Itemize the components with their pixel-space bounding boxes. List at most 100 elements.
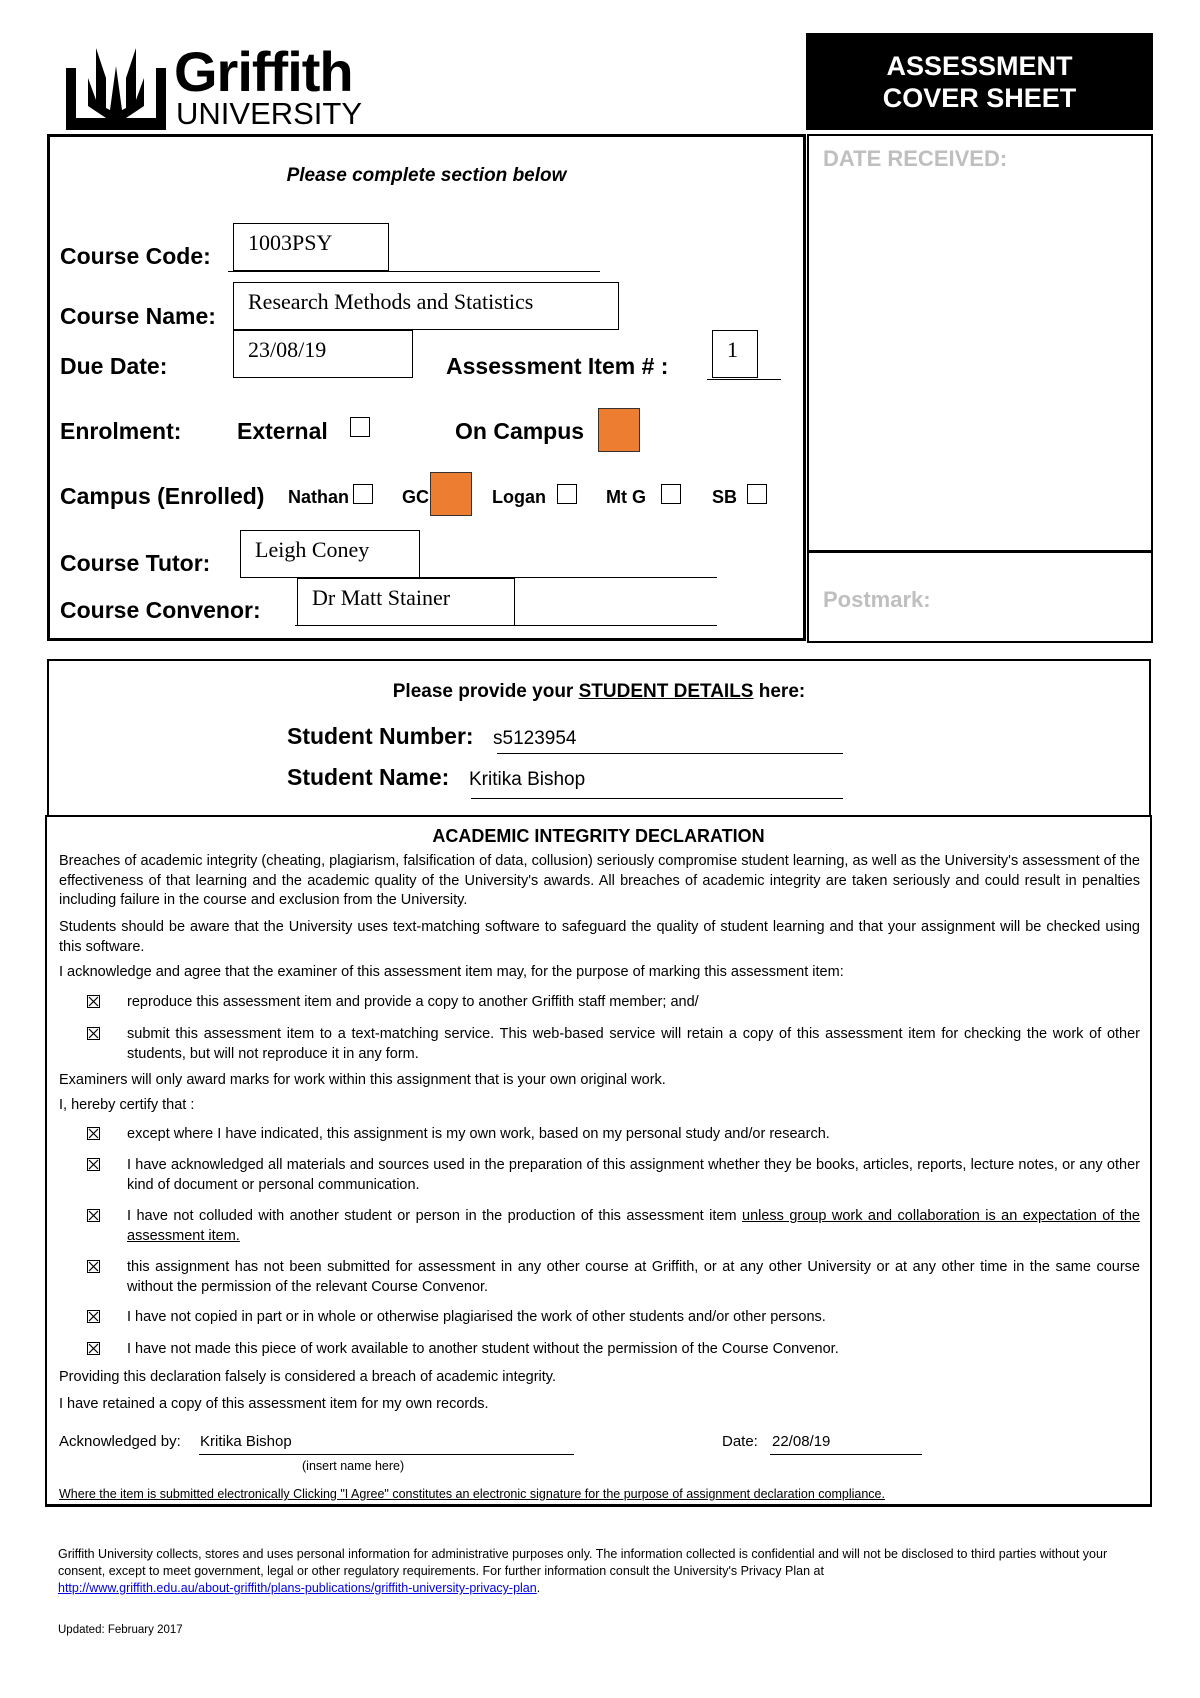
certify-item-1-checkbox[interactable] [87,1127,100,1140]
certify-item-4-text: this assignment has not been submitted f… [127,1259,1140,1295]
certify-item-6-text: I have not made this piece of work avail… [127,1341,839,1357]
declaration-paragraph-acknowledge: I acknowledge and agree that the examine… [59,964,844,980]
agree-item-2-checkbox[interactable] [87,1027,100,1040]
student-number-label: Student Number: [287,723,474,749]
campus-mtg-label: Mt G [606,487,646,507]
campus-nathan-checkbox[interactable] [353,484,373,504]
academic-integrity-declaration: ACADEMIC INTEGRITY DECLARATION Breaches … [45,815,1152,1507]
check-x-icon [88,996,99,1007]
campus-sb-label: SB [712,487,738,507]
declaration-paragraph-software: Students should be aware that the Univer… [59,919,1140,955]
assessment-item-underline [707,379,781,380]
logo-subtitle: UNIVERSITY [176,96,363,131]
certify-item-3-main: I have not colluded with another student… [127,1208,742,1224]
campus-mtg-checkbox[interactable] [661,484,681,504]
date-label: Date: [722,1433,758,1450]
agree-item-1-text: reproduce this assessment item and provi… [127,994,699,1010]
document-title: ASSESSMENT COVER SHEET [806,33,1153,130]
certify-item-3-checkbox[interactable] [87,1209,100,1222]
privacy-text: Griffith University collects, stores and… [58,1547,1108,1578]
check-x-icon [88,1028,99,1039]
privacy-plan-link[interactable]: http://www.griffith.edu.au/about-griffit… [58,1581,537,1595]
course-tutor-label: Course Tutor: [60,550,211,576]
assessment-item-field[interactable]: 1 [712,330,758,378]
student-name-field[interactable]: Kritika Bishop [469,769,585,791]
enrolment-label: Enrolment: [60,418,182,444]
course-name-label: Course Name: [60,303,216,329]
privacy-end: . [536,1581,541,1595]
enrolment-external-checkbox[interactable] [350,417,370,437]
campus-gc-label: GC [402,487,429,507]
campus-logan-checkbox[interactable] [557,484,577,504]
course-convenor-field[interactable]: Dr Matt Stainer [297,578,515,626]
certify-item-5-text: I have not copied in part or in whole or… [127,1309,826,1325]
student-hint-prefix: Please provide your [392,681,579,702]
agree-item-1-checkbox[interactable] [87,995,100,1008]
check-x-icon [88,1128,99,1139]
insert-name-hint: (insert name here) [302,1459,405,1473]
campus-label: Campus (Enrolled) [60,483,265,509]
campus-gc-checkbox[interactable] [430,472,472,516]
griffith-logo: Griffith UNIVERSITY [66,42,386,132]
course-code-underline [228,271,600,272]
certify-item-1-text: except where I have indicated, this assi… [127,1126,830,1142]
certify-item-4-checkbox[interactable] [87,1260,100,1273]
student-details-section: Please provide your STUDENT DETAILS here… [47,659,1151,817]
certify-item-6-checkbox[interactable] [87,1342,100,1355]
enrolment-external-label: External [237,418,328,444]
campus-sb-checkbox[interactable] [747,484,767,504]
updated-date: Updated: February 2017 [58,1624,183,1636]
declaration-paragraph-breaches: Breaches of academic integrity (cheating… [59,853,1140,908]
student-number-underline [497,753,843,754]
check-x-icon [88,1343,99,1354]
course-code-field[interactable]: 1003PSY [233,223,389,271]
title-line-2: COVER SHEET [882,82,1077,113]
campus-logan-label: Logan [492,487,546,507]
postmark-panel: Postmark: [807,551,1153,643]
assessment-item-label: Assessment Item # : [446,353,669,379]
date-field[interactable]: 22/08/19 [772,1433,830,1450]
check-x-icon [88,1159,99,1170]
certify-item-2-text: I have acknowledged all materials and so… [127,1157,1140,1193]
declaration-paragraph-certify: I, hereby certify that : [59,1097,195,1113]
campus-nathan-label: Nathan [288,487,350,507]
electronic-signature-note: Where the item is submitted electronical… [59,1487,885,1501]
student-name-underline [471,798,843,799]
acknowledged-by-underline [199,1454,574,1455]
section-hint: Please complete section below [286,165,567,186]
griffith-logo-mark-icon [66,48,166,130]
course-details-section: Please complete section below Course Cod… [47,134,806,641]
student-details-hint: Please provide your STUDENT DETAILS here… [49,681,1149,703]
privacy-statement: Griffith University collects, stores and… [58,1546,1138,1597]
course-name-field[interactable]: Research Methods and Statistics [233,282,619,330]
course-tutor-field[interactable]: Leigh Coney [240,530,420,578]
acknowledged-by-field[interactable]: Kritika Bishop [200,1433,292,1450]
agree-item-2-text: submit this assessment item to a text-ma… [127,1026,1140,1062]
student-hint-emphasis: STUDENT DETAILS [578,681,754,702]
logo-wordmark: Griffith [174,40,354,103]
student-number-field[interactable]: s5123954 [493,728,576,750]
certify-item-2-checkbox[interactable] [87,1158,100,1171]
enrolment-on-campus-label: On Campus [455,418,585,444]
declaration-paragraph-examiners: Examiners will only award marks for work… [59,1072,666,1088]
date-underline [770,1454,922,1455]
enrolment-on-campus-checkbox[interactable] [598,408,640,452]
check-x-icon [88,1210,99,1221]
certify-item-5-checkbox[interactable] [87,1310,100,1323]
title-line-1: ASSESSMENT [886,50,1073,81]
due-date-field[interactable]: 23/08/19 [233,330,413,378]
declaration-paragraph-falsely: Providing this declaration falsely is co… [59,1369,557,1385]
due-date-label: Due Date: [60,353,168,379]
certify-item-3-text: I have not colluded with another student… [127,1207,1140,1246]
declaration-paragraph-retained: I have retained a copy of this assessmen… [59,1396,489,1412]
postmark-label: Postmark: [823,587,931,612]
check-x-icon [88,1311,99,1322]
date-received-label: DATE RECEIVED: [823,146,1008,171]
acknowledged-by-label: Acknowledged by: [59,1433,181,1450]
course-convenor-label: Course Convenor: [60,597,261,623]
student-name-label: Student Name: [287,764,450,790]
course-code-label: Course Code: [60,243,211,269]
date-received-panel: DATE RECEIVED: [807,134,1153,552]
declaration-title: ACADEMIC INTEGRITY DECLARATION [432,826,765,846]
student-hint-suffix: here: [753,681,806,702]
